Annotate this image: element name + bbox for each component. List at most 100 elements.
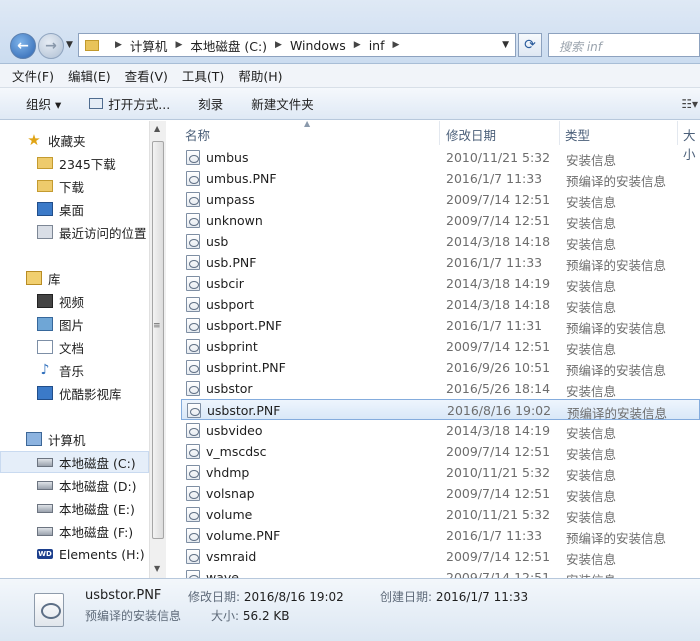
menu-file[interactable]: 文件(F) <box>12 66 54 85</box>
file-row[interactable]: usbport.PNF 2016/1/7 11:31 预编译的安装信息 <box>181 315 700 336</box>
file-row[interactable]: umpass 2009/7/14 12:51 安装信息 <box>181 189 700 210</box>
file-row[interactable]: vsmraid 2009/7/14 12:51 安装信息 <box>181 546 700 567</box>
nav-item-drive-e[interactable]: 本地磁盘 (E:) <box>0 497 149 519</box>
file-row[interactable]: umbus 2010/11/21 5:32 安装信息 <box>181 147 700 168</box>
file-type: 安装信息 <box>566 300 617 315</box>
nav-item-recent-places[interactable]: 最近访问的位置 <box>0 221 149 243</box>
address-dropdown-icon[interactable]: ▼ <box>502 40 509 50</box>
back-button[interactable]: ← <box>10 33 36 59</box>
file-row[interactable]: vhdmp 2010/11/21 5:32 安装信息 <box>181 462 700 483</box>
chevron-right-icon[interactable]: ▶ <box>354 40 361 50</box>
nav-item-downloads[interactable]: 下载 <box>0 175 149 197</box>
recent-pages-dropdown[interactable]: ▼ <box>66 40 73 50</box>
file-row[interactable]: wave 2009/7/14 12:51 安装信息 <box>181 567 700 578</box>
file-name: volume.PNF <box>206 528 281 543</box>
drive-icon <box>37 526 53 536</box>
menu-tools[interactable]: 工具(T) <box>182 66 224 85</box>
column-date-modified[interactable]: 修改日期 <box>446 125 496 143</box>
nav-item-pictures[interactable]: 图片 <box>0 313 149 335</box>
file-row[interactable]: volsnap 2009/7/14 12:51 安装信息 <box>181 483 700 504</box>
file-row[interactable]: usbprint 2009/7/14 12:51 安装信息 <box>181 336 700 357</box>
column-divider[interactable] <box>677 121 678 145</box>
navigation-scrollbar[interactable]: ▲ ≡ ▼ <box>149 121 166 578</box>
wd-drive-icon: WD <box>37 549 53 559</box>
details-file-type: 预编译的安装信息 <box>85 609 182 623</box>
refresh-button[interactable]: ⟳ <box>518 33 542 57</box>
nav-item-elements-h[interactable]: WD Elements (H:) <box>0 543 149 565</box>
search-input[interactable]: 搜索 inf <box>548 33 700 57</box>
menu-help[interactable]: 帮助(H) <box>238 66 282 85</box>
window-icon <box>89 98 104 109</box>
file-row[interactable]: usbport 2014/3/18 14:18 安装信息 <box>181 294 700 315</box>
file-type: 预编译的安装信息 <box>566 258 667 273</box>
menu-edit[interactable]: 编辑(E) <box>68 66 111 85</box>
nav-favorites[interactable]: ★ 收藏夹 <box>0 129 149 151</box>
nav-item-videos[interactable]: 视频 <box>0 290 149 312</box>
file-row[interactable]: umbus.PNF 2016/1/7 11:33 预编译的安装信息 <box>181 168 700 189</box>
nav-item-documents[interactable]: 文档 <box>0 336 149 358</box>
folder-icon <box>37 157 53 169</box>
file-date-modified: 2009/7/14 12:51 <box>446 213 551 228</box>
nav-item-desktop[interactable]: 桌面 <box>0 198 149 220</box>
scroll-up-icon[interactable]: ▲ <box>154 124 160 133</box>
file-row[interactable]: v_mscdsc 2009/7/14 12:51 安装信息 <box>181 441 700 462</box>
file-name: usbprint.PNF <box>206 360 286 375</box>
column-divider[interactable] <box>439 121 440 145</box>
file-row[interactable]: usbstor 2016/5/26 18:14 安装信息 <box>181 378 700 399</box>
column-size[interactable]: 大小 <box>683 125 700 162</box>
star-icon: ★ <box>27 131 41 149</box>
nav-item-drive-f[interactable]: 本地磁盘 (F:) <box>0 520 149 542</box>
column-type[interactable]: 类型 <box>565 125 590 143</box>
nav-item-label: 本地磁盘 (C:) <box>59 455 136 471</box>
file-date-modified: 2016/1/7 11:33 <box>446 528 543 543</box>
nav-item-2345-downloads[interactable]: 2345下载 <box>0 152 149 174</box>
navigation-pane: ★ 收藏夹 2345下载 下载 桌面 最近访问的位置 库 视频 图片 文档 ♪ … <box>0 121 149 578</box>
file-name: umpass <box>206 192 255 207</box>
open-with-button[interactable]: 打开方式... <box>89 94 170 113</box>
file-row[interactable]: volume 2010/11/21 5:32 安装信息 <box>181 504 700 525</box>
chevron-right-icon[interactable]: ▶ <box>275 40 282 50</box>
column-divider[interactable] <box>559 121 560 145</box>
file-name: usbvideo <box>206 423 263 438</box>
file-type: 安装信息 <box>566 468 617 483</box>
breadcrumb-inf[interactable]: inf <box>369 38 385 53</box>
nav-item-drive-c[interactable]: 本地磁盘 (C:) <box>0 451 149 473</box>
chevron-right-icon[interactable]: ▶ <box>115 40 122 50</box>
chevron-right-icon[interactable]: ▶ <box>175 40 182 50</box>
file-row[interactable]: usbstor.PNF 2016/8/16 19:02 预编译的安装信息 <box>181 399 700 421</box>
new-folder-button[interactable]: 新建文件夹 <box>251 94 314 113</box>
file-row[interactable]: usbvideo 2014/3/18 14:19 安装信息 <box>181 420 700 441</box>
file-row[interactable]: usbprint.PNF 2016/9/26 10:51 预编译的安装信息 <box>181 357 700 378</box>
file-row[interactable]: usb 2014/3/18 14:18 安装信息 <box>181 231 700 252</box>
column-name[interactable]: 名称 <box>185 125 210 143</box>
scroll-down-icon[interactable]: ▼ <box>154 564 160 573</box>
picture-icon <box>37 317 53 331</box>
breadcrumb-computer[interactable]: 计算机 <box>130 36 168 55</box>
file-row[interactable]: volume.PNF 2016/1/7 11:33 预编译的安装信息 <box>181 525 700 546</box>
breadcrumb-windows[interactable]: Windows <box>290 38 346 53</box>
address-box[interactable]: ▶ 计算机 ▶ 本地磁盘 (C:) ▶ Windows ▶ inf ▶ ▼ <box>78 33 516 57</box>
view-options-icon[interactable]: ☷ ▾ <box>681 97 698 111</box>
menu-view[interactable]: 查看(V) <box>125 66 168 85</box>
nav-item-label: 本地磁盘 (E:) <box>59 501 135 517</box>
breadcrumb-drive-c[interactable]: 本地磁盘 (C:) <box>190 36 267 55</box>
file-date-modified: 2009/7/14 12:51 <box>446 570 551 578</box>
file-row[interactable]: usb.PNF 2016/1/7 11:33 预编译的安装信息 <box>181 252 700 273</box>
nav-item-drive-d[interactable]: 本地磁盘 (D:) <box>0 474 149 496</box>
forward-button[interactable]: → <box>38 33 64 59</box>
file-type: 安装信息 <box>566 384 617 399</box>
scrollbar-thumb[interactable] <box>152 141 164 539</box>
nav-computer[interactable]: 计算机 <box>0 428 149 450</box>
desktop-icon <box>37 202 53 216</box>
nav-item-youku-library[interactable]: 优酷影视库 <box>0 382 149 404</box>
organize-button[interactable]: 组织 ▾ <box>26 94 61 113</box>
chevron-right-icon[interactable]: ▶ <box>392 40 399 50</box>
details-pane: usbstor.PNF 预编译的安装信息 修改日期: 2016/8/16 19:… <box>0 578 700 641</box>
file-row[interactable]: unknown 2009/7/14 12:51 安装信息 <box>181 210 700 231</box>
nav-item-label: 下载 <box>59 179 85 195</box>
nav-libraries[interactable]: 库 <box>0 267 149 289</box>
burn-button[interactable]: 刻录 <box>198 94 223 113</box>
nav-item-music[interactable]: ♪ 音乐 <box>0 359 149 381</box>
file-date-modified: 2014/3/18 14:19 <box>446 276 551 291</box>
file-row[interactable]: usbcir 2014/3/18 14:19 安装信息 <box>181 273 700 294</box>
